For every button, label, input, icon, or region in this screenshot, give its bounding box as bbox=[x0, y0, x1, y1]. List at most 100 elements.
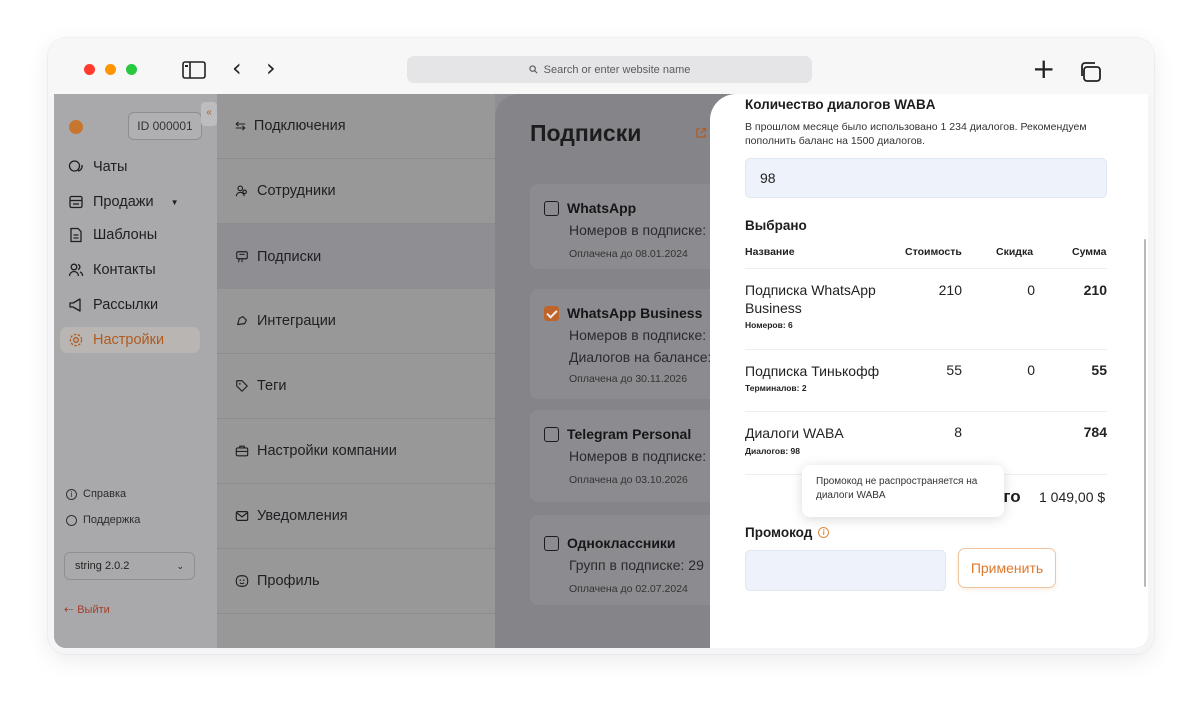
settings-item-notifications[interactable]: Уведомления bbox=[217, 484, 495, 549]
address-bar[interactable]: Search or enter website name bbox=[407, 56, 812, 83]
checkout-drawer: Количество диалогов WABA В прошлом месяц… bbox=[710, 94, 1148, 648]
logout-icon: ⇠ bbox=[64, 604, 74, 616]
column-header-sum: Сумма bbox=[1072, 246, 1107, 258]
settings-item-profile[interactable]: Профиль bbox=[217, 549, 495, 614]
sidebar-item-mailings[interactable]: Рассылки bbox=[68, 292, 158, 318]
minimize-window-button[interactable] bbox=[105, 64, 116, 75]
promo-code-input[interactable] bbox=[745, 550, 946, 591]
page-content: ID 000001 « Чаты Продажи ▼ Шаблоны Конта… bbox=[54, 94, 1148, 648]
waba-dialogs-input[interactable]: 98 bbox=[745, 158, 1107, 198]
item-name: Подписка WhatsApp Business bbox=[745, 282, 876, 316]
address-placeholder: Search or enter website name bbox=[543, 63, 691, 76]
item-discount: 0 bbox=[1027, 282, 1035, 298]
external-link-icon[interactable] bbox=[695, 127, 707, 139]
settings-item-label: Уведомления bbox=[257, 508, 348, 524]
drawer-scrollbar[interactable] bbox=[1144, 239, 1146, 587]
item-cost: 55 bbox=[946, 362, 962, 378]
settings-item-integrations[interactable]: Интеграции bbox=[217, 289, 495, 354]
settings-item-label: Настройки компании bbox=[257, 443, 397, 459]
search-icon bbox=[528, 65, 538, 74]
collapse-sidebar-button[interactable]: « bbox=[201, 102, 217, 126]
subscription-checkbox[interactable] bbox=[544, 426, 559, 442]
page-title: Подписки bbox=[530, 120, 642, 146]
item-sum: 784 bbox=[1083, 424, 1107, 440]
waba-dialogs-value: 98 bbox=[760, 170, 776, 186]
tabs-overview-icon[interactable] bbox=[1079, 61, 1103, 83]
subscription-name: WhatsApp bbox=[567, 200, 637, 216]
subscription-name: Telegram Personal bbox=[567, 426, 692, 442]
tag-icon bbox=[236, 380, 248, 392]
sidebar-item-label: Шаблоны bbox=[93, 227, 158, 243]
connections-icon: ⇆ bbox=[235, 118, 246, 133]
forward-arrow-icon[interactable]: › bbox=[266, 56, 276, 80]
item-name: Подписка Тинькофф bbox=[745, 363, 880, 379]
subscription-name: WhatsApp Business bbox=[567, 305, 703, 321]
info-icon: i bbox=[66, 488, 77, 500]
item-cost: 210 bbox=[938, 282, 962, 298]
version-select[interactable]: string 2.0.2 ⌄ bbox=[64, 552, 195, 580]
item-sum: 55 bbox=[1091, 362, 1107, 378]
promo-title: Промокод i bbox=[745, 525, 830, 540]
sidebar-item-templates[interactable]: Шаблоны bbox=[68, 222, 157, 248]
subscription-checkbox-checked[interactable] bbox=[544, 305, 559, 321]
total-value: 1 049,00 $ bbox=[1039, 489, 1106, 505]
subscription-card-odnoklassniki[interactable]: Одноклассники Групп в подписке: 29 Оплач… bbox=[530, 515, 740, 605]
item-sum: 210 bbox=[1083, 282, 1107, 298]
support-icon bbox=[66, 514, 77, 526]
settings-item-label: Интеграции bbox=[257, 313, 336, 329]
settings-item-label: Сотрудники bbox=[257, 183, 336, 199]
sidebar-item-sales[interactable]: Продажи ▼ bbox=[68, 189, 178, 215]
promo-tooltip: Промокод не распространяется на диалоги … bbox=[802, 465, 1004, 517]
sidebar-item-label: Контакты bbox=[93, 262, 156, 278]
subscription-card-whatsapp-business[interactable]: WhatsApp Business Номеров в подписке: Ди… bbox=[530, 289, 740, 399]
version-value: string 2.0.2 bbox=[75, 560, 130, 572]
settings-item-label: Подключения bbox=[253, 118, 346, 134]
settings-item-tags[interactable]: Теги bbox=[217, 354, 495, 419]
settings-item-label: Теги bbox=[257, 378, 287, 394]
settings-item-employees[interactable]: Сотрудники bbox=[217, 159, 495, 224]
sales-icon bbox=[69, 195, 83, 209]
close-window-button[interactable] bbox=[84, 64, 95, 75]
settings-item-company[interactable]: Настройки компании bbox=[217, 419, 495, 484]
row-divider bbox=[745, 349, 1107, 350]
back-arrow-icon[interactable]: ‹ bbox=[232, 56, 242, 80]
column-header-cost: Стоимость bbox=[905, 246, 962, 258]
dropdown-caret-icon: ▼ bbox=[170, 197, 179, 207]
sidebar-item-chats[interactable]: Чаты bbox=[68, 154, 127, 180]
browser-window: ‹ › Search or enter website name + ID 00… bbox=[48, 38, 1154, 654]
company-icon bbox=[235, 445, 249, 457]
subscription-card-telegram-personal[interactable]: Telegram Personal Номеров в подписке: Оп… bbox=[530, 410, 740, 502]
new-tab-icon[interactable]: + bbox=[1032, 55, 1055, 83]
subscription-name: Одноклассники bbox=[567, 535, 676, 551]
settings-item-label: Подписки bbox=[257, 248, 322, 265]
logout-label: Выйти bbox=[77, 603, 110, 616]
subscription-card-whatsapp[interactable]: WhatsApp Номеров в подписке: Оплачена до… bbox=[530, 184, 740, 269]
sidebar-item-contacts[interactable]: Контакты bbox=[68, 257, 156, 283]
logout-link[interactable]: ⇠ Выйти bbox=[64, 603, 110, 617]
item-discount: 0 bbox=[1027, 362, 1035, 378]
apply-promo-button[interactable]: Применить bbox=[958, 548, 1056, 588]
zoom-window-button[interactable] bbox=[126, 64, 137, 75]
info-icon[interactable]: i bbox=[818, 527, 830, 538]
settings-item-connections[interactable]: ⇆ Подключения bbox=[217, 94, 495, 159]
subscription-checkbox[interactable] bbox=[544, 535, 559, 551]
settings-item-subscriptions[interactable]: Подписки bbox=[217, 224, 495, 289]
megaphone-icon bbox=[69, 298, 81, 312]
sidebar-item-settings[interactable]: Настройки bbox=[60, 327, 200, 353]
subscription-checkbox[interactable] bbox=[544, 200, 559, 216]
support-link[interactable]: Поддержка bbox=[66, 514, 140, 526]
app-sidebar: ID 000001 « Чаты Продажи ▼ Шаблоны Конта… bbox=[54, 94, 217, 648]
chevron-down-icon: ⌄ bbox=[176, 560, 184, 571]
chat-icon bbox=[68, 160, 83, 172]
contacts-icon bbox=[68, 263, 84, 277]
waba-dialogs-hint: В прошлом месяце было использовано 1 234… bbox=[745, 121, 1087, 147]
sidebar-item-label: Чаты bbox=[93, 159, 128, 175]
brand-logo bbox=[69, 120, 83, 134]
item-cost: 8 bbox=[954, 424, 962, 440]
sidebar-toggle-icon[interactable] bbox=[182, 61, 206, 79]
header-divider bbox=[745, 268, 1107, 269]
column-header-name: Название bbox=[745, 246, 795, 258]
waba-dialogs-title: Количество диалогов WABA bbox=[745, 97, 936, 112]
help-link[interactable]: i Справка bbox=[66, 488, 126, 500]
template-icon bbox=[70, 227, 82, 243]
